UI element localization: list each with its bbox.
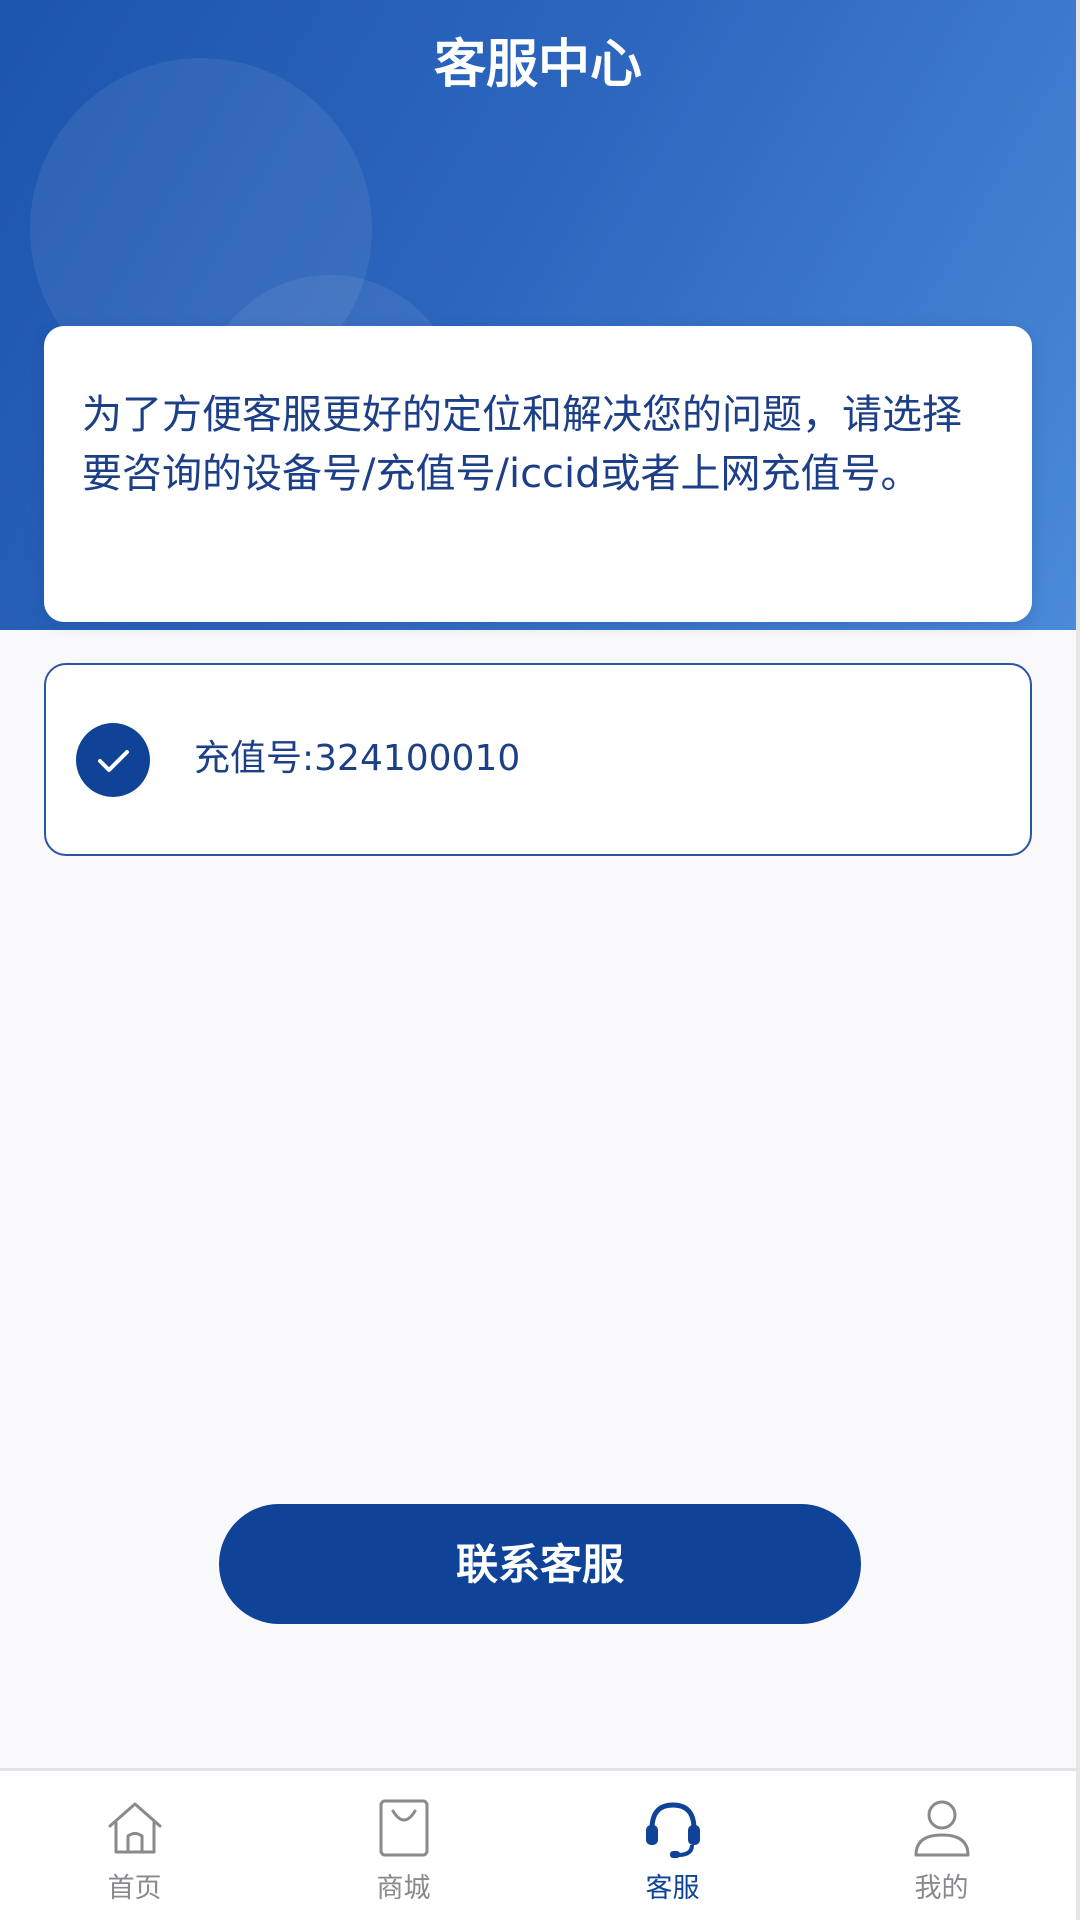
tab-label-customer-service: 客服	[645, 1873, 700, 1904]
checkmark-icon	[76, 723, 150, 797]
tab-profile[interactable]: 我的	[807, 1771, 1076, 1920]
home-icon	[108, 1802, 161, 1854]
page-title: 客服中心	[433, 35, 642, 95]
notice-card: 为了方便客服更好的定位和解决您的问题，请选择要咨询的设备号/充值号/iccid或…	[44, 326, 1032, 622]
tab-label-profile: 我的	[914, 1873, 969, 1904]
tab-mall[interactable]: 商城	[269, 1771, 538, 1920]
shopping-bag-icon	[379, 1799, 428, 1857]
bottom-tab-bar: 首页 商城 客服 我的	[0, 1768, 1076, 1920]
tab-label-mall: 商城	[376, 1873, 431, 1904]
notice-text: 为了方便客服更好的定位和解决您的问题，请选择要咨询的设备号/充值号/iccid或…	[82, 392, 962, 497]
tab-label-home: 首页	[107, 1873, 162, 1904]
headset-icon	[645, 1802, 700, 1858]
option-item-recharge-number[interactable]: 充值号:324100010	[44, 663, 1032, 856]
option-label: 充值号:324100010	[194, 738, 521, 779]
tab-home[interactable]: 首页	[0, 1771, 269, 1920]
contact-service-button[interactable]: 联系客服	[219, 1504, 861, 1624]
customer-service-page: 客服中心 为了方便客服更好的定位和解决您的问题，请选择要咨询的设备号/充值号/i…	[0, 0, 1080, 1920]
tab-customer-service[interactable]: 客服	[538, 1771, 807, 1920]
user-icon	[914, 1800, 969, 1857]
